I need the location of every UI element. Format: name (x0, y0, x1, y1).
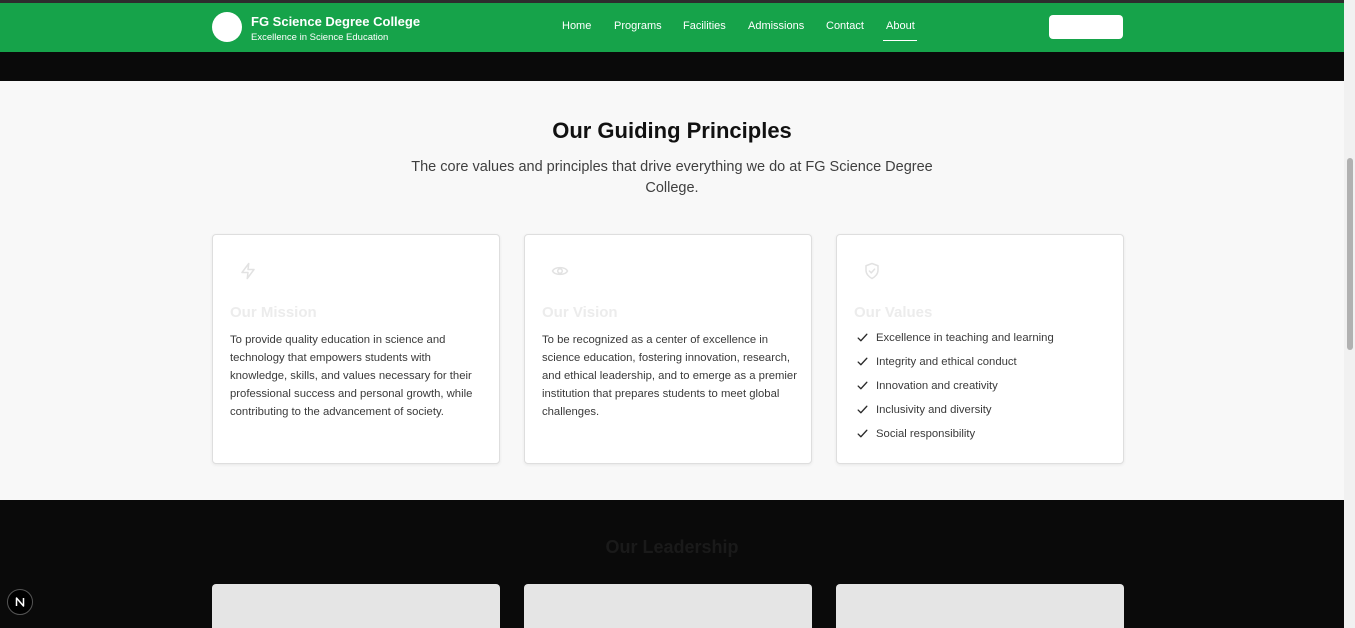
values-list: Excellence in teaching and learning Inte… (856, 331, 1054, 451)
header-cta-button[interactable] (1049, 15, 1123, 39)
vision-card: Our Vision To be recognized as a center … (524, 234, 812, 464)
page-scrollbar[interactable] (1344, 0, 1355, 628)
college-logo[interactable] (212, 12, 242, 42)
value-text: Social responsibility (876, 428, 976, 440)
leader-card[interactable] (212, 584, 500, 628)
nav-link-programs[interactable]: Programs (614, 20, 662, 32)
scrollbar-thumb[interactable] (1347, 158, 1353, 350)
list-item: Excellence in teaching and learning (856, 331, 1054, 355)
value-text: Inclusivity and diversity (876, 404, 992, 416)
card-title: Our Values (854, 304, 933, 321)
dev-tools-badge[interactable] (7, 589, 33, 615)
nav-link-about[interactable]: About (886, 20, 915, 32)
check-icon (857, 333, 868, 342)
nav-link-contact[interactable]: Contact (826, 20, 864, 32)
check-icon (857, 405, 868, 414)
lightning-icon (241, 262, 255, 280)
brand-subtitle: Excellence in Science Education (251, 32, 389, 43)
eye-icon (551, 266, 569, 276)
list-item: Integrity and ethical conduct (856, 355, 1054, 379)
value-text: Integrity and ethical conduct (876, 356, 1017, 368)
nav-link-home[interactable]: Home (562, 20, 591, 32)
n-logo-icon (15, 597, 25, 607)
list-item: Inclusivity and diversity (856, 403, 1054, 427)
leader-card[interactable] (524, 584, 812, 628)
values-card: Our Values Excellence in teaching and le… (836, 234, 1124, 464)
section-title: Our Guiding Principles (552, 118, 792, 143)
guiding-principles-section: Our Guiding Principles The core values a… (0, 81, 1344, 500)
navbar: FG Science Degree College Excellence in … (0, 3, 1344, 52)
card-title: Our Vision (542, 304, 618, 321)
active-nav-indicator (883, 40, 917, 41)
card-title: Our Mission (230, 304, 317, 321)
section-subtitle: The core values and principles that driv… (411, 159, 933, 196)
nav-link-facilities[interactable]: Facilities (683, 20, 726, 32)
leadership-title: Our Leadership (605, 537, 739, 557)
nav-link-admissions[interactable]: Admissions (748, 20, 804, 32)
shield-check-icon (865, 262, 879, 280)
check-icon (857, 381, 868, 390)
list-item: Social responsibility (856, 427, 1054, 451)
mission-card: Our Mission To provide quality education… (212, 234, 500, 464)
value-text: Innovation and creativity (876, 380, 998, 392)
check-icon (857, 429, 868, 438)
brand-title[interactable]: FG Science Degree College (251, 14, 420, 29)
leader-card[interactable] (836, 584, 1124, 628)
check-icon (857, 357, 868, 366)
value-text: Excellence in teaching and learning (876, 332, 1054, 344)
card-text: To be recognized as a center of excellen… (542, 334, 797, 418)
list-item: Innovation and creativity (856, 379, 1054, 403)
card-text: To provide quality education in science … (230, 334, 473, 418)
